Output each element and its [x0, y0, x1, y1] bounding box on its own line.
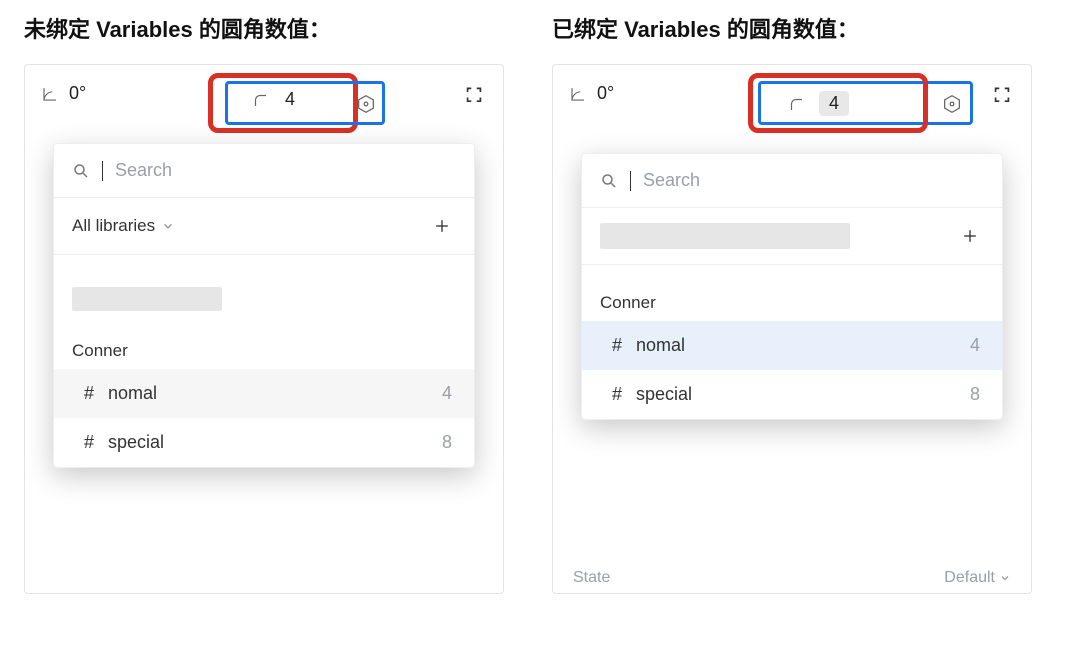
independent-corners-button[interactable]	[991, 83, 1013, 105]
chevron-down-icon	[999, 572, 1011, 584]
row-corner-radius: 0° 4	[25, 71, 503, 122]
corner-radius-field[interactable]: 4	[771, 85, 865, 122]
variable-item-nomal[interactable]: # nomal 4	[582, 321, 1002, 370]
search-row	[54, 144, 474, 198]
skeleton-placeholder	[72, 287, 222, 311]
corner-radius-value: 4	[829, 93, 839, 113]
variable-item-value: 4	[442, 383, 452, 404]
variable-picker-right: Conner # nomal 4 # special 8	[581, 153, 1003, 420]
apply-variable-button[interactable]	[941, 93, 963, 115]
create-variable-button[interactable]	[428, 212, 456, 240]
variable-item-label: special	[108, 432, 164, 453]
libraries-selector[interactable]: All libraries	[72, 216, 175, 236]
independent-corners-button[interactable]	[463, 83, 485, 105]
state-row-peek: State Default	[573, 569, 1011, 587]
libraries-row: All libraries	[54, 198, 474, 255]
heading-unbound: 未绑定 Variables 的圆角数值：	[24, 12, 504, 44]
libraries-row	[582, 208, 1002, 265]
variable-item-special[interactable]: # special 8	[582, 370, 1002, 419]
corner-radius-field[interactable]: 4	[235, 83, 311, 116]
independent-corners-icon	[991, 83, 1013, 105]
properties-panel-right: 0° 4	[552, 64, 1032, 594]
number-type-icon: #	[84, 383, 94, 404]
chevron-down-icon	[161, 219, 175, 233]
variable-item-value: 8	[970, 384, 980, 405]
variable-item-value: 4	[970, 335, 980, 356]
text-cursor	[630, 171, 631, 191]
plus-icon	[432, 216, 452, 236]
variable-item-value: 8	[442, 432, 452, 453]
search-input[interactable]	[643, 170, 984, 191]
number-type-icon: #	[84, 432, 94, 453]
angle-icon	[41, 85, 59, 103]
search-icon	[600, 172, 618, 190]
state-value-selector[interactable]: Default	[944, 569, 1011, 587]
rotation-field[interactable]: 0°	[41, 83, 191, 104]
corner-radius-icon	[251, 91, 269, 109]
search-icon	[72, 162, 90, 180]
create-variable-button[interactable]	[956, 222, 984, 250]
apply-variable-button[interactable]	[355, 93, 377, 115]
variable-group: Conner # nomal 4 # special 8	[54, 255, 474, 467]
skeleton-placeholder	[600, 223, 850, 249]
corner-radius-chip: 4	[819, 91, 849, 116]
variable-group-name: Conner	[54, 335, 474, 369]
variable-item-label: nomal	[108, 383, 157, 404]
variable-group-name: Conner	[582, 287, 1002, 321]
column-bound: 已绑定 Variables 的圆角数值： 0° 4	[552, 12, 1032, 594]
variable-item-label: special	[636, 384, 692, 405]
corner-radius-value: 4	[285, 89, 295, 110]
libraries-label: All libraries	[72, 216, 155, 236]
plus-icon	[960, 226, 980, 246]
heading-bound: 已绑定 Variables 的圆角数值：	[552, 12, 1032, 44]
row-corner-radius: 0° 4	[553, 71, 1031, 122]
state-label: State	[573, 569, 610, 587]
column-unbound: 未绑定 Variables 的圆角数值： 0° 4	[24, 12, 504, 594]
state-value: Default	[944, 569, 995, 587]
independent-corners-icon	[463, 83, 485, 105]
variable-hex-icon	[355, 93, 377, 115]
variable-picker-left: All libraries Conner # nomal 4	[53, 143, 475, 468]
search-input[interactable]	[115, 160, 456, 181]
rotation-value: 0°	[69, 83, 86, 104]
rotation-field[interactable]: 0°	[569, 83, 719, 104]
rotation-value: 0°	[597, 83, 614, 104]
number-type-icon: #	[612, 384, 622, 405]
variable-hex-icon	[941, 93, 963, 115]
variable-item-special[interactable]: # special 8	[54, 418, 474, 467]
properties-panel-left: 0° 4 All	[24, 64, 504, 594]
search-row	[582, 154, 1002, 208]
corner-radius-icon	[787, 95, 805, 113]
number-type-icon: #	[612, 335, 622, 356]
variable-item-label: nomal	[636, 335, 685, 356]
text-cursor	[102, 161, 103, 181]
variable-group: Conner # nomal 4 # special 8	[582, 265, 1002, 419]
angle-icon	[569, 85, 587, 103]
variable-item-nomal[interactable]: # nomal 4	[54, 369, 474, 418]
